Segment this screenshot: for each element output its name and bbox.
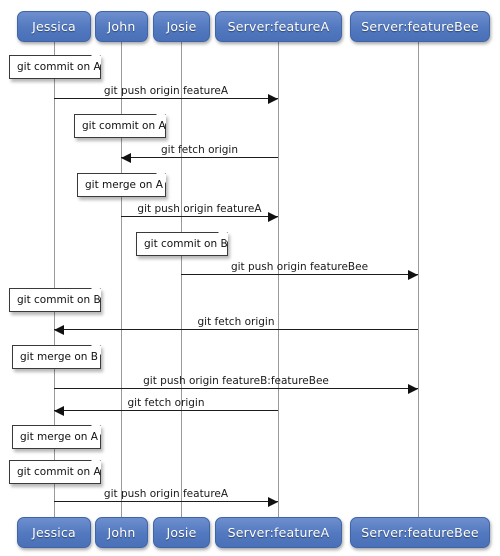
lifeline-josie (181, 42, 182, 517)
note-fold-edge-icon (89, 460, 101, 472)
lifeline-server_featurea (278, 42, 279, 517)
participant-jessica-footer[interactable]: Jessica (17, 517, 91, 548)
note-fold-edge-icon (89, 55, 101, 67)
message-line (181, 274, 418, 275)
note: git commit on A (74, 114, 166, 138)
sequence-diagram-canvas: git push origin featureA git fetch origin… (0, 0, 500, 556)
participant-josie-footer[interactable]: Josie (153, 517, 210, 548)
message-label: git push origin featureA (103, 85, 229, 97)
note: git commit on A (9, 55, 101, 79)
message-line (54, 98, 278, 99)
note: git merge on B (12, 345, 101, 369)
note: git commit on B (9, 288, 101, 312)
note: git commit on A (9, 460, 101, 484)
message-label: git fetch origin (197, 316, 275, 328)
participant-john-header[interactable]: John (95, 11, 148, 42)
message-line (54, 501, 278, 502)
message-line (54, 388, 418, 389)
participant-server_featurea-header[interactable]: Server:featureA (215, 11, 342, 42)
message-line (121, 216, 278, 217)
note: git merge on A (77, 173, 166, 197)
note-text: git merge on A (85, 179, 163, 191)
note-text: git merge on B (20, 351, 98, 363)
note: git merge on A (12, 425, 101, 449)
note-fold-edge-icon (89, 345, 101, 357)
message-label: git push origin featureBee (230, 261, 369, 273)
note-text: git merge on A (20, 431, 98, 443)
message-label: git push origin featureB:featureBee (143, 375, 329, 387)
message-label: git fetch origin (127, 397, 205, 409)
note: git commit on B (136, 232, 228, 256)
note-fold-edge-icon (154, 173, 166, 185)
participant-jessica-header[interactable]: Jessica (17, 11, 91, 42)
participant-server_featurea-footer[interactable]: Server:featureA (215, 517, 342, 548)
note-fold-edge-icon (89, 288, 101, 300)
participant-john-footer[interactable]: John (95, 517, 148, 548)
participant-josie-header[interactable]: Josie (153, 11, 210, 42)
note-fold-edge-icon (154, 114, 166, 126)
message-label: git push origin featureA (137, 203, 262, 215)
note-fold-edge-icon (89, 425, 101, 437)
note-fold-edge-icon (216, 232, 228, 244)
participant-server_featurebee-footer[interactable]: Server:featureBee (350, 517, 490, 548)
message-label: git fetch origin (161, 144, 238, 156)
message-line (54, 329, 418, 330)
message-line (54, 410, 278, 411)
message-line (121, 157, 278, 158)
lifeline-server_featurebee (418, 42, 419, 517)
participant-server_featurebee-header[interactable]: Server:featureBee (350, 11, 490, 42)
message-label: git push origin featureA (103, 488, 229, 500)
